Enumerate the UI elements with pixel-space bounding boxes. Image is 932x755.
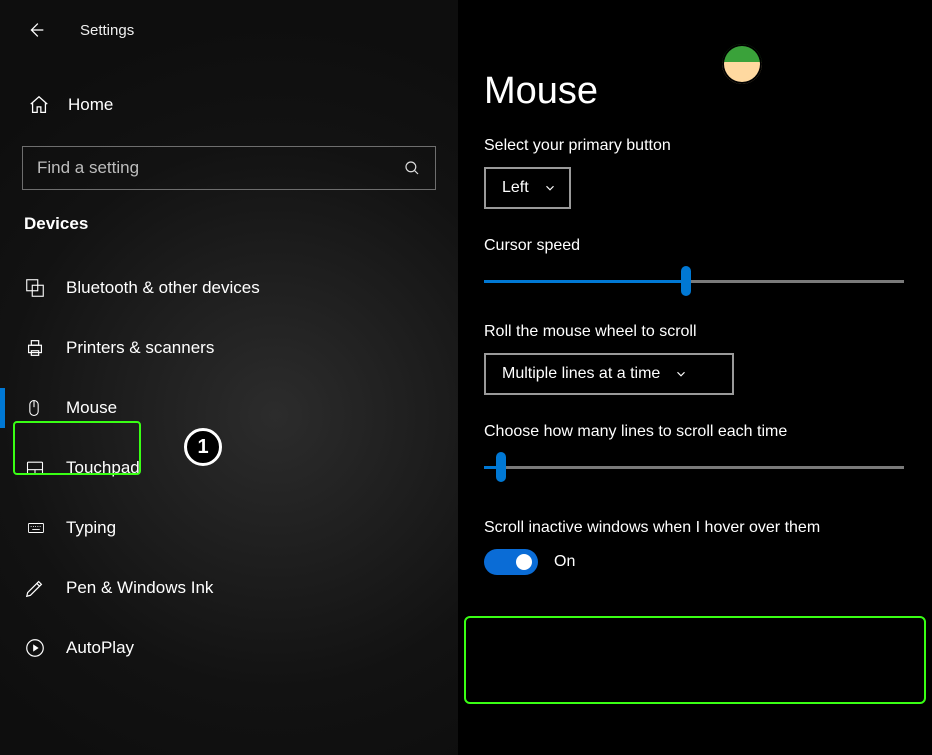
sidebar-item-label: Pen & Windows Ink — [66, 578, 213, 598]
chevron-down-icon — [674, 367, 688, 381]
slider-thumb[interactable] — [681, 266, 691, 296]
sidebar-item-mouse[interactable]: Mouse — [0, 378, 458, 438]
wheel-scroll-value: Multiple lines at a time — [502, 365, 660, 383]
annotation-callout-1: 1 — [184, 428, 222, 466]
section-title-devices: Devices — [0, 190, 458, 248]
search-input-wrapper[interactable] — [22, 146, 436, 190]
settings-sidebar: Settings Home Devices Bluetooth & other … — [0, 0, 458, 755]
inactive-scroll-group: Scroll inactive windows when I hover ove… — [484, 519, 904, 575]
home-icon — [28, 94, 54, 116]
sidebar-item-label: Printers & scanners — [66, 338, 214, 358]
primary-button-dropdown[interactable]: Left — [484, 167, 571, 209]
primary-button-group: Select your primary button Left — [484, 137, 904, 209]
sidebar-item-touchpad[interactable]: Touchpad — [0, 438, 458, 498]
wheel-scroll-label: Roll the mouse wheel to scroll — [484, 323, 904, 341]
page-title: Mouse — [484, 70, 904, 113]
wheel-scroll-dropdown[interactable]: Multiple lines at a time — [484, 353, 734, 395]
lines-scroll-slider[interactable] — [484, 453, 904, 481]
nav-home[interactable]: Home — [0, 78, 458, 132]
keyboard-icon — [24, 519, 54, 537]
inactive-scroll-toggle[interactable] — [484, 549, 538, 575]
pen-icon — [24, 577, 54, 599]
sidebar-item-autoplay[interactable]: AutoPlay — [0, 618, 458, 678]
sidebar-item-bluetooth[interactable]: Bluetooth & other devices — [0, 258, 458, 318]
nav-list: Bluetooth & other devices Printers & sca… — [0, 258, 458, 678]
inactive-scroll-toggle-row: On — [484, 549, 904, 575]
sidebar-item-label: Bluetooth & other devices — [66, 278, 260, 298]
cursor-speed-group: Cursor speed — [484, 237, 904, 295]
search-input[interactable] — [37, 158, 403, 178]
lines-scroll-group: Choose how many lines to scroll each tim… — [484, 423, 904, 481]
slider-track — [484, 466, 904, 469]
primary-button-label: Select your primary button — [484, 137, 904, 155]
bluetooth-devices-icon — [24, 277, 54, 299]
sidebar-item-label: AutoPlay — [66, 638, 134, 658]
slider-fill — [484, 280, 686, 283]
back-button[interactable] — [22, 16, 50, 44]
avatar — [722, 44, 762, 84]
sidebar-item-label: Typing — [66, 518, 116, 538]
title-bar: Settings — [0, 0, 458, 60]
inactive-scroll-label: Scroll inactive windows when I hover ove… — [484, 519, 904, 537]
arrow-left-icon — [25, 19, 47, 41]
touchpad-icon — [24, 458, 54, 478]
printer-icon — [24, 337, 54, 359]
primary-button-value: Left — [502, 179, 529, 197]
slider-thumb[interactable] — [496, 452, 506, 482]
mouse-icon — [24, 397, 54, 419]
annotation-highlight-2 — [464, 616, 926, 704]
cursor-speed-slider[interactable] — [484, 267, 904, 295]
sidebar-item-pen[interactable]: Pen & Windows Ink — [0, 558, 458, 618]
content-pane: Mouse Select your primary button Left Cu… — [458, 0, 932, 755]
sidebar-item-typing[interactable]: Typing — [0, 498, 458, 558]
sidebar-item-printers[interactable]: Printers & scanners — [0, 318, 458, 378]
autoplay-icon — [24, 637, 54, 659]
wheel-scroll-group: Roll the mouse wheel to scroll Multiple … — [484, 323, 904, 395]
sidebar-item-label: Mouse — [66, 398, 117, 418]
cursor-speed-label: Cursor speed — [484, 237, 904, 255]
chevron-down-icon — [543, 181, 557, 195]
toggle-knob — [516, 554, 532, 570]
nav-home-label: Home — [68, 95, 113, 115]
sidebar-item-label: Touchpad — [66, 458, 140, 478]
search-icon — [403, 159, 421, 177]
app-title: Settings — [80, 22, 134, 39]
lines-scroll-label: Choose how many lines to scroll each tim… — [484, 423, 904, 441]
search-container — [22, 146, 436, 190]
inactive-scroll-state: On — [554, 553, 575, 571]
